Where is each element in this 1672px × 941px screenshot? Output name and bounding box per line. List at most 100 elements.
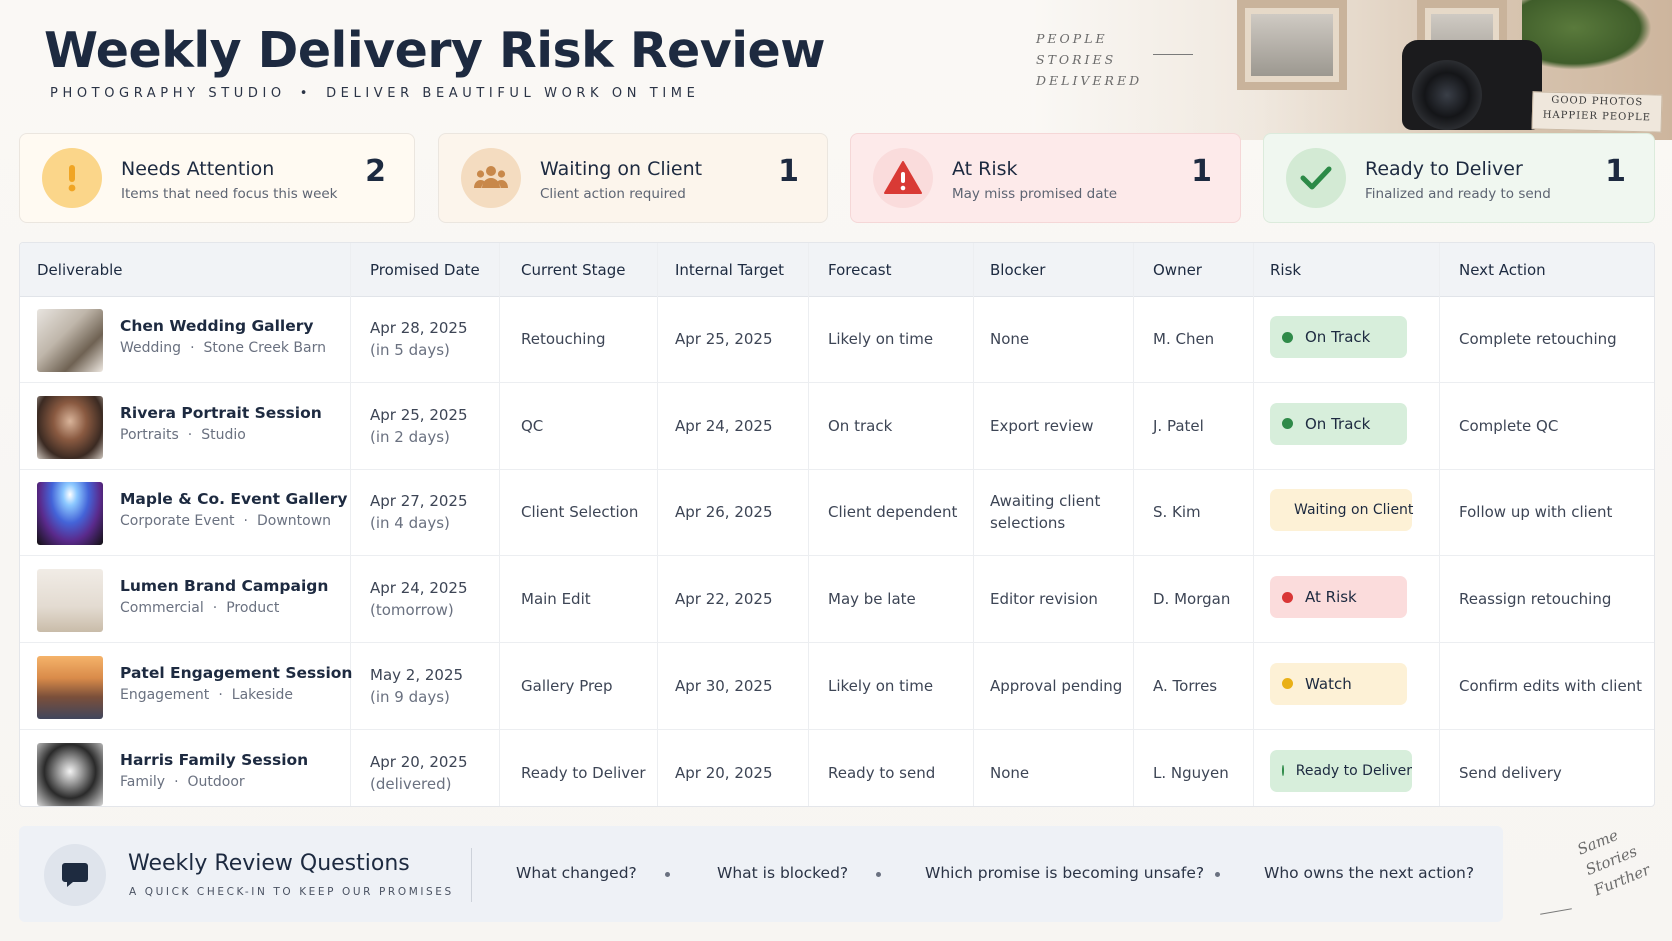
current-stage: Retouching	[521, 330, 606, 348]
deliverable-name[interactable]: Rivera Portrait Session	[120, 404, 322, 422]
column-header-next-action[interactable]: Next Action	[1459, 243, 1546, 297]
column-header-promised-date[interactable]: Promised Date	[370, 243, 480, 297]
risk-badge[interactable]: At Risk	[1270, 576, 1407, 619]
status-dot-icon	[1282, 591, 1293, 603]
risk-badge[interactable]: Ready to Deliver	[1270, 749, 1412, 792]
promised-date-value: Apr 28, 2025	[370, 319, 468, 337]
table-row[interactable]: Lumen Brand Campaign Commercial · Product Ap…	[20, 557, 1654, 644]
column-header-blocker[interactable]: Blocker	[990, 243, 1045, 297]
current-stage: Gallery Prep	[521, 676, 613, 695]
card-title: Ready to Deliver	[1365, 158, 1523, 180]
deliverable-name[interactable]: Lumen Brand Campaign	[120, 577, 328, 595]
card-subtitle: Items that need focus this week	[121, 186, 338, 202]
deliverable-name[interactable]: Maple & Co. Event Gallery	[120, 490, 348, 508]
blocker: None	[990, 330, 1030, 348]
card-title: Needs Attention	[121, 158, 275, 180]
internal-target: Apr 26, 2025	[675, 503, 773, 522]
risk-label: Ready to Deliver	[1295, 762, 1412, 779]
next-action[interactable]: Follow up with client	[1459, 501, 1612, 523]
status-dot-icon	[1282, 331, 1293, 343]
risk-label: At Risk	[1305, 588, 1357, 607]
question-item: Which promise is becoming unsafe?	[925, 864, 1205, 882]
column-header-current-stage[interactable]: Current Stage	[521, 243, 625, 297]
table-row[interactable]: Maple & Co. Event Gallery Corporate Event…	[20, 470, 1654, 557]
internal-target: Apr 25, 2025	[675, 330, 773, 348]
deliverable-name[interactable]: Harris Family Session	[120, 751, 308, 769]
page-subtitle: PHOTOGRAPHY STUDIO • DELIVER BEAUTIFUL WOR…	[50, 86, 699, 101]
deliverable-meta: Commercial · Product	[120, 600, 280, 617]
risk-label: Waiting on Client	[1294, 502, 1414, 519]
book-stack: GOOD PHOTOS HAPPIER PEOPLE	[1531, 91, 1663, 133]
deliverable-location: Lakeside	[231, 686, 294, 703]
card-count: 1	[1191, 154, 1212, 189]
forecast: Likely on time	[828, 676, 934, 695]
risk-badge[interactable]: Watch	[1270, 662, 1407, 705]
table-row[interactable]: Rivera Portrait Session Portraits · Studio A…	[20, 384, 1654, 470]
event-photo	[37, 482, 103, 546]
table-row[interactable]: Patel Engagement Session Engagement · Lakes…	[20, 644, 1654, 730]
book-label: HAPPIER PEOPLE	[1542, 109, 1652, 124]
deliverable-meta: Family · Outdoor	[120, 773, 245, 790]
summary-card-needs-attention[interactable]: Needs Attention Items that need focus th…	[19, 133, 415, 223]
question-separator	[1215, 872, 1220, 877]
blocker: Approval pending	[990, 676, 1123, 695]
risk-label: On Track	[1305, 414, 1371, 433]
risk-label: Watch	[1305, 674, 1352, 693]
deliverable-location: Outdoor	[187, 773, 245, 790]
check-icon	[1286, 148, 1346, 208]
deliverable-location: Downtown	[257, 513, 332, 530]
questions-subtitle: A QUICK CHECK-IN TO KEEP OUR PROMISES	[129, 886, 454, 898]
promised-date-value: May 2, 2025	[370, 665, 464, 684]
blocker: Editor revision	[990, 590, 1098, 609]
promised-date-note: (delivered)	[370, 774, 452, 793]
table-row[interactable]: Harris Family Session Family · Outdoor Apr 2…	[20, 731, 1654, 807]
summary-card-waiting-on-client[interactable]: Waiting on Client Client action required…	[438, 133, 828, 223]
next-action[interactable]: Confirm edits with client	[1459, 675, 1642, 697]
deliverable-meta: Engagement · Lakeside	[120, 686, 294, 703]
next-action[interactable]: Send delivery	[1459, 762, 1562, 784]
portrait-photo	[37, 395, 103, 459]
current-stage: Ready to Deliver	[521, 763, 646, 782]
deliverable-meta: Corporate Event · Downtown	[120, 513, 332, 530]
owner: J. Patel	[1153, 416, 1204, 435]
tagline-line: PEOPLE	[1036, 31, 1108, 46]
blocker-line: Awaiting client	[990, 492, 1101, 511]
product-photo	[37, 569, 103, 633]
summary-card-at-risk[interactable]: At Risk May miss promised date 1	[850, 133, 1241, 223]
next-action[interactable]: Reassign retouching	[1459, 588, 1611, 610]
next-action[interactable]: Complete retouching	[1459, 328, 1617, 350]
column-header-internal-target[interactable]: Internal Target	[675, 243, 784, 297]
promised-date: Apr 27, 2025 (in 4 days)	[370, 490, 468, 534]
summary-card-ready-to-deliver[interactable]: Ready to Deliver Finalized and ready to …	[1263, 133, 1655, 223]
question-separator	[665, 872, 670, 877]
page-title: Weekly Delivery Risk Review	[44, 22, 826, 79]
deliverable-name[interactable]: Patel Engagement Session	[120, 664, 352, 682]
question-item: What changed?	[516, 864, 637, 882]
deliverable-meta: Wedding · Stone Creek Barn	[120, 340, 326, 356]
deliverable-type: Corporate Event	[120, 513, 235, 530]
promised-date-note: (in 4 days)	[370, 514, 450, 533]
deliverable-type: Wedding	[120, 340, 182, 356]
question-item: Who owns the next action?	[1264, 864, 1475, 882]
deliverable-location: Stone Creek Barn	[203, 340, 326, 356]
column-header-forecast[interactable]: Forecast	[828, 243, 891, 297]
risk-badge[interactable]: On Track	[1270, 316, 1407, 358]
risk-badge[interactable]: Waiting on Client	[1270, 489, 1414, 532]
page: GOOD PHOTOS HAPPIER PEOPLE Weekly Delive…	[0, 0, 1672, 941]
promised-date-note: (in 9 days)	[370, 687, 450, 706]
promised-date-note: (in 2 days)	[370, 427, 450, 446]
owner: D. Morgan	[1153, 590, 1231, 609]
next-action[interactable]: Complete QC	[1459, 415, 1558, 437]
wedding-photo	[37, 309, 103, 372]
owner: A. Torres	[1153, 676, 1218, 695]
table-row[interactable]: Chen Wedding Gallery Wedding · Stone Creek …	[20, 297, 1654, 383]
blocker: None	[990, 763, 1030, 782]
column-header-deliverable[interactable]: Deliverable	[37, 243, 123, 297]
promised-date: Apr 28, 2025 (in 5 days)	[370, 317, 468, 361]
column-header-owner[interactable]: Owner	[1153, 243, 1202, 297]
risk-badge[interactable]: On Track	[1270, 402, 1407, 445]
card-count: 2	[365, 154, 386, 189]
column-header-risk[interactable]: Risk	[1270, 243, 1301, 297]
deliverable-name[interactable]: Chen Wedding Gallery	[120, 317, 314, 335]
forecast: Client dependent	[828, 503, 958, 522]
